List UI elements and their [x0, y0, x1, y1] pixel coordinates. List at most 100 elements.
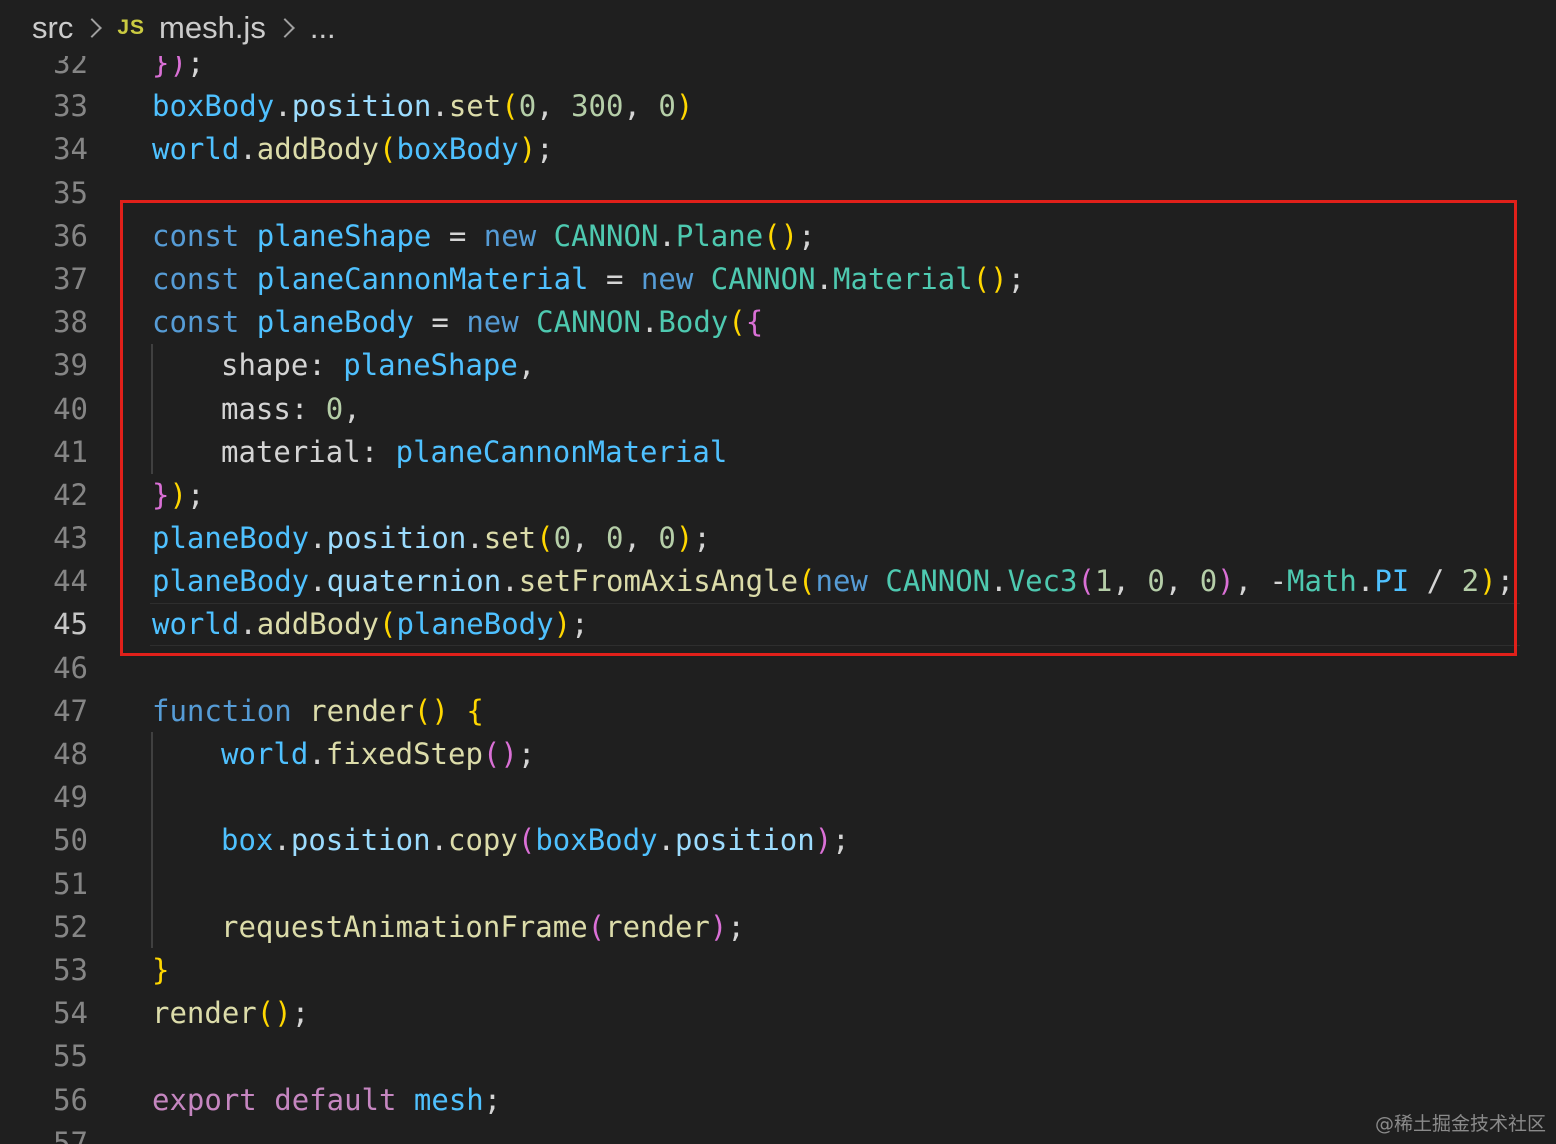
- line-number: 39: [53, 348, 88, 383]
- code-token: requestAnimationFrame: [221, 909, 588, 944]
- code-token: planeShape: [256, 218, 432, 253]
- line-source: world.fixedStep();: [152, 733, 535, 776]
- code-line[interactable]: 35: [0, 172, 1556, 215]
- code-line[interactable]: 41 material: planeCannonMaterial: [0, 431, 1556, 474]
- code-line[interactable]: 43 planeBody.position.set(0, 0, 0);: [0, 517, 1556, 560]
- code-line[interactable]: 42});: [0, 474, 1556, 517]
- code-token: Math: [1287, 564, 1357, 599]
- code-editor[interactable]: src JS mesh.js ... 32}); 33 boxBody.positi…: [0, 0, 1556, 1144]
- code-token: }: [152, 477, 170, 512]
- line-number: 46: [53, 650, 88, 685]
- breadcrumb-folder[interactable]: src: [32, 10, 73, 46]
- code-line[interactable]: 54 render();: [0, 992, 1556, 1035]
- code-token: CANNON: [553, 218, 659, 253]
- code-token: (: [379, 607, 397, 642]
- code-token: ;: [693, 521, 711, 556]
- code-token: ): [553, 607, 572, 642]
- code-token: position: [290, 823, 431, 858]
- code-line[interactable]: 36 const planeShape = new CANNON.Plane();: [0, 215, 1556, 258]
- code-token: ;: [536, 132, 554, 167]
- line-number: 42: [53, 477, 88, 512]
- code-area[interactable]: 32}); 33 boxBody.position.set(0, 300, 0) 34…: [0, 42, 1556, 1144]
- code-token: ;: [798, 218, 816, 253]
- line-source: const planeCannonMaterial = new CANNON.M…: [152, 258, 1025, 301]
- code-token: boxBody: [152, 89, 275, 124]
- code-token: planeShape: [343, 348, 518, 383]
- code-token: ;: [483, 1082, 502, 1117]
- line-number: 45: [53, 607, 88, 642]
- code-token: ): [1217, 564, 1235, 599]
- code-token: 2: [1461, 564, 1480, 599]
- javascript-file-icon: JS: [117, 16, 146, 39]
- code-token: (: [379, 132, 397, 167]
- code-line[interactable]: 47 function render() {: [0, 690, 1556, 733]
- code-line[interactable]: 37 const planeCannonMaterial = new CANNON…: [0, 258, 1556, 301]
- code-line[interactable]: 57: [0, 1122, 1556, 1144]
- line-number: 52: [53, 909, 88, 944]
- breadcrumb-file[interactable]: mesh.js: [159, 10, 266, 46]
- code-token: new: [483, 218, 537, 253]
- code-token: ,: [517, 348, 536, 383]
- code-token: ): [709, 909, 728, 944]
- code-token: PI: [1374, 564, 1410, 599]
- code-line[interactable]: 52 requestAnimationFrame(render);: [0, 906, 1556, 949]
- code-token: Plane: [675, 218, 764, 253]
- code-line[interactable]: 33 boxBody.position.set(0, 300, 0): [0, 85, 1556, 128]
- code-token: world: [221, 737, 309, 771]
- line-number: 56: [53, 1082, 88, 1117]
- code-token: render: [152, 996, 257, 1031]
- line-source: world.addBody(planeBody);: [152, 603, 589, 646]
- code-line[interactable]: 45 world.addBody(planeBody);: [0, 603, 1556, 646]
- code-token: material: [221, 434, 361, 469]
- code-token: =: [588, 261, 641, 296]
- code-line[interactable]: 48 world.fixedStep();: [0, 733, 1556, 776]
- code-token: ): [518, 132, 537, 167]
- line-number: 34: [53, 132, 88, 167]
- code-token: render: [605, 909, 710, 944]
- line-number: 54: [53, 996, 88, 1031]
- line-source: requestAnimationFrame(render);: [152, 906, 745, 949]
- line-number: 43: [53, 521, 88, 556]
- code-line[interactable]: 40 mass: 0,: [0, 388, 1556, 431]
- code-line[interactable]: 56 export default mesh;: [0, 1079, 1556, 1122]
- code-token: ,: [343, 391, 361, 426]
- line-source: export default mesh;: [152, 1079, 501, 1122]
- code-line[interactable]: 51: [0, 863, 1556, 906]
- code-token: ,: [536, 89, 572, 124]
- code-token: .: [658, 218, 676, 253]
- code-token: copy: [448, 823, 518, 858]
- code-line[interactable]: 39 shape: planeShape,: [0, 344, 1556, 387]
- line-source: [152, 863, 221, 906]
- code-line[interactable]: 53}: [0, 949, 1556, 992]
- code-token: (: [536, 521, 554, 556]
- code-token: .: [239, 132, 257, 167]
- breadcrumb-symbols[interactable]: ...: [310, 10, 336, 46]
- code-token: .: [308, 737, 326, 771]
- code-line[interactable]: 44 planeBody.quaternion.setFromAxisAngle(…: [0, 560, 1556, 603]
- code-token: (): [413, 693, 449, 728]
- code-token: 0: [658, 89, 676, 124]
- code-line[interactable]: 46: [0, 647, 1556, 690]
- code-line[interactable]: 49: [0, 776, 1556, 819]
- code-line[interactable]: 34 world.addBody(boxBody);: [0, 128, 1556, 171]
- code-token: (: [501, 89, 519, 124]
- code-token: =: [413, 305, 467, 340]
- code-token: .: [273, 823, 291, 858]
- code-line[interactable]: 55: [0, 1035, 1556, 1078]
- breadcrumb: src JS mesh.js ...: [0, 0, 1556, 56]
- code-line[interactable]: 50 box.position.copy(boxBody.position);: [0, 819, 1556, 862]
- code-token: mass: [221, 391, 291, 426]
- code-token: .: [274, 89, 292, 124]
- line-source: function render() {: [152, 690, 484, 733]
- code-token: (): [763, 218, 799, 253]
- code-token: ,: [571, 521, 607, 556]
- code-token: :: [290, 391, 326, 426]
- code-token: .: [640, 305, 659, 340]
- code-line[interactable]: 38 const planeBody = new CANNON.Body({: [0, 301, 1556, 344]
